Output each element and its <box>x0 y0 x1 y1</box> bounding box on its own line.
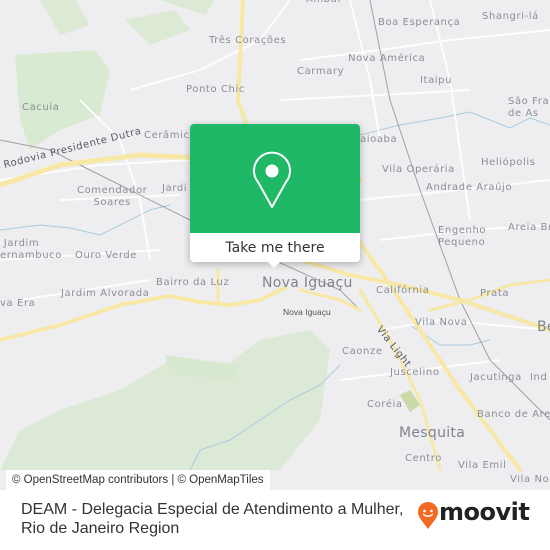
place-label: Vila Emil <box>458 460 507 471</box>
location-title-line1: DEAM - Delegacia Especial de Atendimento… <box>21 501 404 518</box>
place-label: Coréia <box>367 399 403 410</box>
map-pin-icon <box>253 151 291 208</box>
place-label: Centro <box>405 453 443 464</box>
place-label: va Era <box>0 298 36 309</box>
place-label: Jardim Alvorada <box>61 288 150 299</box>
place-label-city: Be <box>537 319 550 335</box>
place-label: Banco de Areia <box>477 409 550 420</box>
place-label: Vila Operária <box>382 164 455 175</box>
footer: DEAM - Delegacia Especial de Atendimento… <box>0 490 550 550</box>
location-title: DEAM - Delegacia Especial de Atendimento… <box>21 500 403 538</box>
park-area <box>125 10 190 45</box>
park-area <box>15 50 110 150</box>
place-label: Comendador Soares <box>77 185 148 208</box>
place-label: Carmary <box>297 66 345 77</box>
place-label-city: Nova Iguaçu <box>262 275 353 291</box>
station-label: Nova Iguaçu <box>283 307 331 317</box>
moovit-wordmark: moovit <box>439 498 530 526</box>
place-label: Califórnia <box>376 285 430 296</box>
place-label: Jacutinga <box>470 372 522 383</box>
place-label: Engenho Pequeno <box>438 225 487 248</box>
place-label: Prata <box>480 288 510 299</box>
place-label: Andrade Araújo <box>426 182 513 193</box>
place-label: Cerâmic <box>144 130 190 141</box>
road-three-coracoes <box>236 0 252 137</box>
place-label: Ambaí <box>306 0 341 6</box>
place-label: Vila No <box>510 474 550 485</box>
place-label: Ponto Chic <box>186 84 245 95</box>
place-label: Jardim ernambuco <box>0 238 62 261</box>
place-label: Ind <box>530 372 548 383</box>
place-label: Ouro Verde <box>75 250 138 261</box>
place-label: São Fra de As <box>508 96 550 119</box>
place-label: Vila Nova <box>415 317 468 328</box>
take-me-there-button[interactable]: Take me there <box>190 233 360 262</box>
place-label: Caonze <box>342 346 383 357</box>
location-title-line2: Rio de Janeiro Region <box>21 520 180 537</box>
place-label-city: Mesquita <box>399 425 466 441</box>
popup-pointer <box>266 260 282 268</box>
location-popup: Take me there <box>190 124 360 268</box>
place-label: Heliópolis <box>481 157 536 168</box>
place-label: Jardi <box>162 183 188 194</box>
place-label: Boa Esperança <box>378 17 461 28</box>
moovit-pin-icon <box>418 502 438 529</box>
park-area <box>0 330 330 470</box>
place-label: Nova América <box>348 53 426 64</box>
place-label: Cacuia <box>22 102 60 113</box>
place-label: aioaba <box>360 134 398 145</box>
place-label: Três Corações <box>209 35 287 46</box>
park-area <box>40 0 90 35</box>
place-label: Areia Br <box>508 222 550 233</box>
place-label: Juscelino <box>390 367 440 378</box>
popup-header <box>190 124 360 233</box>
map-attribution[interactable]: © OpenStreetMap contributors | © OpenMap… <box>6 470 270 490</box>
place-label: Itaipu <box>420 75 453 86</box>
place-label: Bairro da Luz <box>156 277 230 288</box>
map[interactable]: Três Corações Boa Esperança Shangri-lá A… <box>0 0 550 490</box>
place-label: Shangri-lá <box>482 11 539 22</box>
moovit-logo[interactable]: moovit <box>417 498 537 530</box>
